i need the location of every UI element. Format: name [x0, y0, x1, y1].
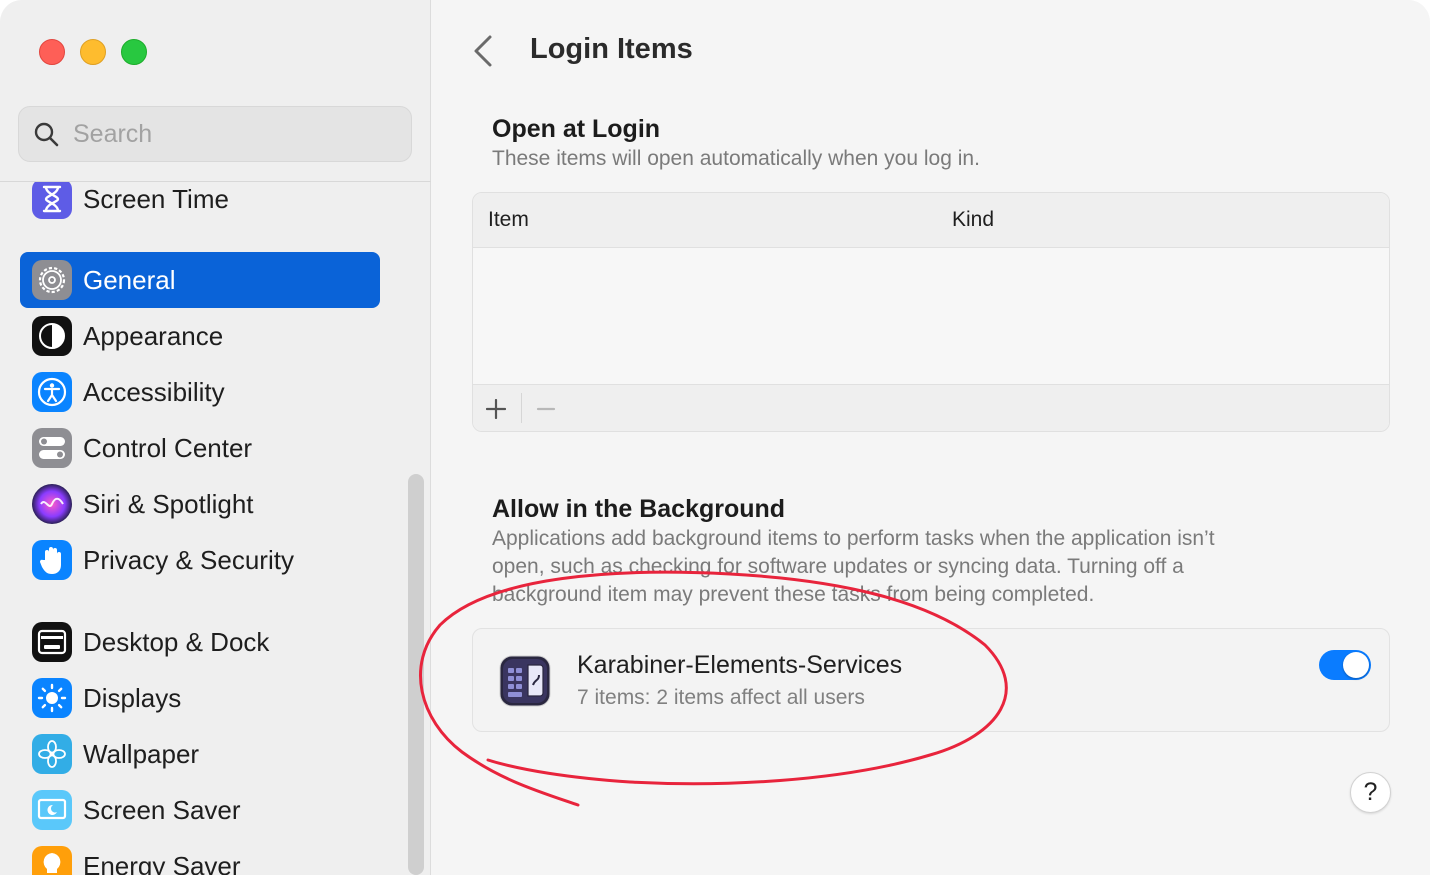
- sidebar-item-energy-saver[interactable]: Energy Saver: [20, 838, 380, 875]
- gear-icon: [32, 260, 72, 300]
- sidebar-item-desktop-dock[interactable]: Desktop & Dock: [20, 614, 380, 670]
- screen-saver-icon: [32, 790, 72, 830]
- background-item-toggle[interactable]: [1319, 650, 1371, 680]
- column-header-item[interactable]: Item: [488, 208, 529, 232]
- close-button[interactable]: [39, 39, 65, 65]
- siri-icon: [32, 484, 72, 524]
- sidebar-item-label: Accessibility: [83, 376, 225, 407]
- chevron-left-icon[interactable]: [470, 34, 498, 68]
- toolbar-divider: [521, 393, 522, 423]
- sidebar-item-label: Desktop & Dock: [83, 626, 270, 657]
- sidebar-item-accessibility[interactable]: Accessibility: [20, 364, 380, 420]
- sidebar-item-privacy-security[interactable]: Privacy & Security: [20, 532, 380, 588]
- sidebar-item-label: General: [83, 264, 176, 295]
- remove-button[interactable]: [531, 394, 561, 424]
- flower-icon: [32, 734, 72, 774]
- main-pane: Login Items Open at Login These items wi…: [432, 0, 1430, 875]
- open-at-login-title: Open at Login: [492, 115, 661, 143]
- minimize-button[interactable]: [80, 39, 106, 65]
- table-header: Item Kind: [473, 193, 1389, 248]
- zoom-button[interactable]: [121, 39, 147, 65]
- search-icon: [34, 122, 59, 147]
- accessibility-icon: [32, 372, 72, 412]
- appearance-icon: [32, 316, 72, 356]
- sidebar-scrollbar[interactable]: [408, 474, 424, 875]
- background-item-row: Karabiner-Elements-Services 7 items: 2 i…: [472, 628, 1390, 732]
- sidebar-item-label: Energy Saver: [83, 850, 241, 875]
- background-item-name: Karabiner-Elements-Services: [577, 651, 903, 679]
- background-item-detail: 7 items: 2 items affect all users: [577, 686, 865, 709]
- sidebar-item-general[interactable]: General: [20, 252, 380, 308]
- minus-icon: [536, 407, 556, 411]
- sidebar-item-wallpaper[interactable]: Wallpaper: [20, 726, 380, 782]
- search-input[interactable]: [73, 119, 373, 149]
- help-button[interactable]: ?: [1350, 772, 1391, 813]
- sidebar-item-screen-saver[interactable]: Screen Saver: [20, 782, 380, 838]
- table-body: [473, 248, 1389, 385]
- sidebar-item-label: Screen Time: [83, 183, 229, 214]
- hourglass-icon: [32, 182, 72, 219]
- column-header-kind[interactable]: Kind: [952, 208, 994, 232]
- sun-icon: [32, 678, 72, 718]
- hand-icon: [32, 540, 72, 580]
- sidebar-item-screen-time[interactable]: Screen Time: [20, 182, 380, 227]
- sidebar-item-label: Displays: [83, 682, 182, 713]
- toggle-knob: [1343, 652, 1369, 678]
- page-title: Login Items: [530, 33, 693, 65]
- sidebar-nav: Screen Time General Appearance Accessibi…: [0, 182, 431, 875]
- sidebar-item-label: Appearance: [83, 320, 224, 351]
- description-line: Applications add background items to per…: [492, 527, 1215, 550]
- table-toolbar: [473, 385, 1389, 431]
- plus-icon: [486, 399, 506, 419]
- sidebar-item-label: Screen Saver: [83, 794, 241, 825]
- open-at-login-description: These items will open automatically when…: [492, 147, 980, 170]
- sidebar-item-siri-spotlight[interactable]: Siri & Spotlight: [20, 476, 380, 532]
- window-controls: [39, 39, 147, 65]
- login-items-table: Item Kind: [472, 192, 1390, 432]
- settings-window: Screen Time General Appearance: [0, 0, 1430, 875]
- sidebar-item-control-center[interactable]: Control Center: [20, 420, 380, 476]
- sidebar-item-label: Wallpaper: [83, 738, 200, 769]
- dock-icon: [32, 622, 72, 662]
- sidebar-item-label: Control Center: [83, 432, 253, 463]
- description-line: open, such as checking for software upda…: [492, 555, 1184, 578]
- sidebar-item-label: Siri & Spotlight: [83, 488, 254, 519]
- karabiner-app-icon: [499, 655, 551, 707]
- allow-background-description: Applications add background items to per…: [492, 525, 1215, 609]
- control-center-icon: [32, 428, 72, 468]
- sidebar-item-appearance[interactable]: Appearance: [20, 308, 380, 364]
- search-field[interactable]: [18, 106, 412, 162]
- sidebar-item-displays[interactable]: Displays: [20, 670, 380, 726]
- lightbulb-icon: [32, 846, 72, 875]
- allow-background-title: Allow in the Background: [492, 495, 786, 523]
- sidebar-item-label: Privacy & Security: [83, 544, 294, 575]
- description-line: background item may prevent these tasks …: [492, 583, 1095, 606]
- add-button[interactable]: [481, 394, 511, 424]
- sidebar: Screen Time General Appearance: [0, 0, 431, 875]
